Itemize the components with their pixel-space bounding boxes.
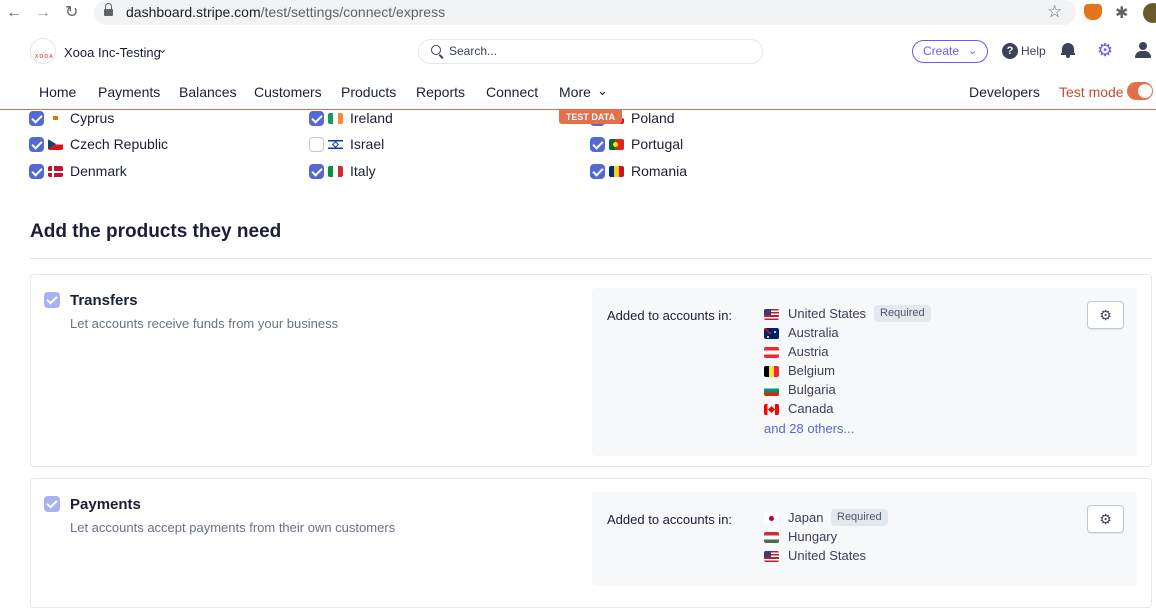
country-checkbox[interactable]	[309, 137, 324, 152]
developers-link[interactable]: Developers	[969, 84, 1040, 100]
account-switcher[interactable]: Xooa Inc-Testing	[64, 45, 161, 60]
product-card-payments: Payments Let accounts accept payments fr…	[30, 478, 1152, 608]
cyprus-flag-icon	[48, 113, 63, 124]
product-checkbox[interactable]	[44, 292, 60, 308]
belgium-flag-icon	[764, 366, 779, 377]
app-header: XOOA Xooa Inc-Testing ⌄ Create⌄ ? Help ⚙	[0, 30, 1156, 72]
divider	[30, 258, 1152, 259]
nav-item-home[interactable]: Home	[39, 84, 76, 100]
chevron-down-icon[interactable]: ⌄	[597, 83, 608, 99]
us-flag-icon	[764, 551, 779, 562]
product-title: Transfers	[70, 292, 138, 309]
and-others-link[interactable]: and 28 others...	[764, 421, 854, 436]
country-checkbox[interactable]	[29, 137, 44, 152]
country-list: United States Required Australia Austria…	[764, 305, 931, 439]
test-mode-toggle[interactable]	[1127, 82, 1153, 100]
added-countries-panel: Added to accounts in: Japan Required Hun…	[592, 492, 1137, 586]
chevron-down-icon: ⌄	[968, 45, 978, 57]
product-description: Let accounts receive funds from your bus…	[70, 316, 339, 331]
nav-item-products[interactable]: Products	[341, 84, 396, 100]
nav-item-customers[interactable]: Customers	[254, 84, 322, 100]
list-item: Australia	[764, 325, 854, 344]
create-button[interactable]: Create ⌄	[912, 40, 988, 63]
extensions-puzzle-icon[interactable]: ✱	[1115, 3, 1128, 23]
hungary-flag-icon	[764, 532, 779, 543]
url-text: dashboard.stripe.com/test/settings/conne…	[126, 4, 446, 20]
nav-item-connect[interactable]: Connect	[486, 84, 538, 100]
lock-icon	[104, 3, 113, 16]
help-icon[interactable]: ?	[1002, 43, 1018, 59]
metamask-extension-icon[interactable]	[1084, 4, 1102, 20]
canada-flag-icon	[764, 404, 779, 415]
us-flag-icon	[764, 309, 779, 320]
portugal-flag-icon	[609, 139, 624, 150]
list-item: and 28 others...	[764, 420, 854, 439]
search-input[interactable]	[449, 44, 749, 58]
list-item: Bulgaria	[764, 382, 854, 401]
country-checkbox[interactable]	[309, 111, 324, 126]
forward-arrow-icon[interactable]: →	[35, 3, 51, 23]
bookmark-star-icon[interactable]: ☆	[1047, 2, 1062, 22]
list-item: Canada	[764, 401, 854, 420]
country-checkbox[interactable]	[590, 164, 605, 179]
israel-flag-icon	[328, 139, 343, 150]
ireland-flag-icon	[328, 113, 343, 124]
test-data-badge: TEST DATA	[559, 110, 622, 124]
gear-icon: ⚙	[1099, 307, 1112, 323]
country-checkbox[interactable]	[29, 164, 44, 179]
gear-icon[interactable]: ⚙	[1097, 41, 1113, 59]
payments-settings-button[interactable]: ⚙	[1087, 505, 1124, 533]
bell-icon[interactable]	[1061, 42, 1075, 58]
section-title: Add the products they need	[30, 221, 282, 242]
product-card-transfers: Transfers Let accounts receive funds fro…	[30, 274, 1152, 467]
nav-item-balances[interactable]: Balances	[179, 84, 237, 100]
country-checkbox[interactable]	[29, 111, 44, 126]
profile-avatar[interactable]	[1143, 3, 1156, 23]
bulgaria-flag-icon	[764, 385, 779, 396]
nav-item-reports[interactable]: Reports	[416, 84, 465, 100]
product-description: Let accounts accept payments from their …	[70, 520, 396, 535]
gear-icon: ⚙	[1099, 511, 1112, 527]
account-logo[interactable]: XOOA	[30, 38, 56, 64]
denmark-flag-icon	[48, 166, 63, 177]
user-icon[interactable]	[1135, 42, 1151, 60]
country-checkbox[interactable]	[309, 164, 324, 179]
czech-flag-icon	[48, 139, 63, 150]
added-label: Added to accounts in:	[607, 512, 733, 527]
product-checkbox[interactable]	[44, 496, 60, 512]
romania-flag-icon	[609, 166, 624, 177]
japan-flag-icon	[764, 513, 779, 524]
nav-item-more[interactable]: More	[559, 84, 591, 100]
transfers-settings-button[interactable]: ⚙	[1087, 301, 1124, 329]
address-bar[interactable]: dashboard.stripe.com/test/settings/conne…	[94, 0, 1076, 25]
help-link[interactable]: Help	[1021, 44, 1046, 58]
added-countries-panel: Added to accounts in: United States Requ…	[592, 288, 1137, 456]
reload-icon[interactable]: ↻	[65, 3, 78, 23]
list-item: Belgium	[764, 363, 854, 382]
australia-flag-icon	[764, 328, 779, 339]
added-label: Added to accounts in:	[607, 308, 733, 323]
required-badge: Required	[831, 509, 888, 526]
search-bar[interactable]	[418, 39, 763, 64]
chevron-down-icon[interactable]: ⌄	[157, 41, 168, 57]
main-nav: Home Payments Balances Customers Product…	[0, 74, 1156, 110]
country-checkbox[interactable]	[590, 137, 605, 152]
browser-toolbar: ← → ↻ dashboard.stripe.com/test/settings…	[0, 0, 1156, 26]
list-item: Austria	[764, 344, 854, 363]
back-arrow-icon[interactable]: ←	[6, 3, 22, 23]
search-icon	[431, 45, 441, 55]
required-badge: Required	[874, 305, 931, 322]
italy-flag-icon	[328, 166, 343, 177]
test-mode-label: Test mode	[1059, 84, 1124, 100]
list-item: United States Required	[764, 305, 931, 325]
austria-flag-icon	[764, 347, 779, 358]
product-title: Payments	[70, 496, 141, 513]
nav-item-payments[interactable]: Payments	[98, 84, 160, 100]
